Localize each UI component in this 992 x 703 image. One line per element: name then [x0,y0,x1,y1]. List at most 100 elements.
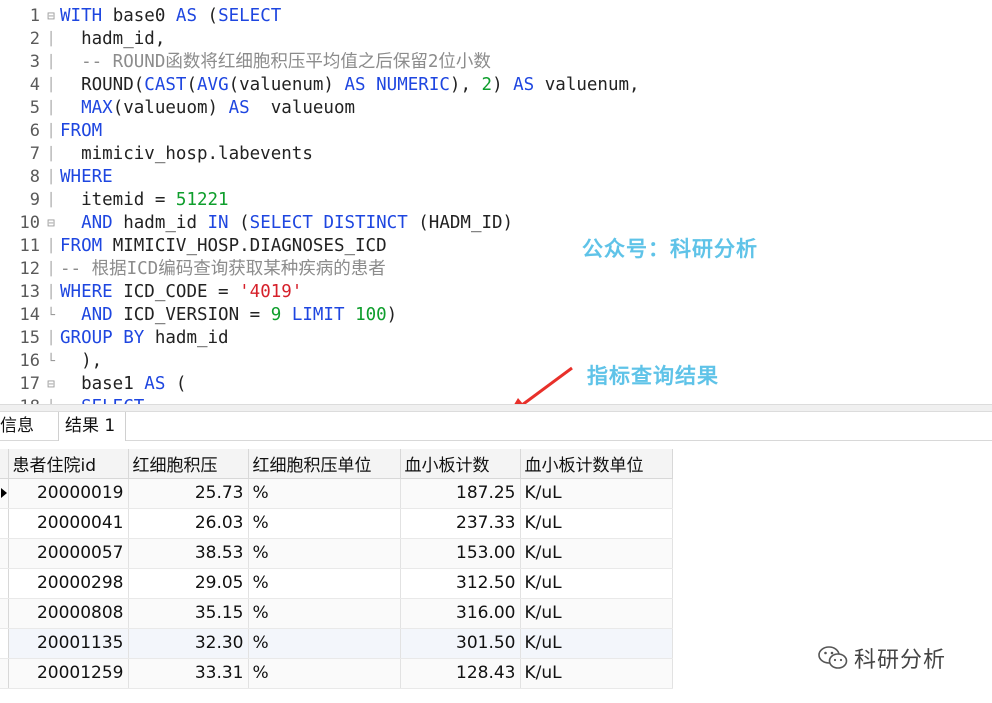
fold-marker-icon[interactable]: │ [44,327,58,350]
cell-hematocrit-unit[interactable]: % [248,658,401,689]
fold-marker-icon[interactable]: ⊟ [44,373,58,396]
code-line[interactable]: 8 │ WHERE [0,166,992,189]
cell-hadm-id[interactable]: 20000019 [8,478,129,509]
cell-hematocrit[interactable]: 29.05 [128,568,249,599]
code-line[interactable]: 14 └ AND ICD_VERSION = 9 LIMIT 100) [0,304,992,327]
code-line[interactable]: 7 │ mimiciv_hosp.labevents [0,143,992,166]
row-indicator[interactable] [0,508,9,539]
code-line[interactable]: 11 │ FROM MIMICIV_HOSP.DIAGNOSES_ICD [0,235,992,258]
cell-hematocrit-unit[interactable]: % [248,598,401,629]
cell-platelet-unit[interactable]: K/uL [520,658,673,689]
row-indicator[interactable] [0,628,9,659]
fold-marker-icon[interactable]: ⊟ [44,212,58,235]
cell-platelet[interactable]: 316.00 [400,598,521,629]
tab-result-1[interactable]: 结果 1 [58,412,126,441]
code-line[interactable]: 18 │ SELECT [0,396,992,404]
cell-hadm-id[interactable]: 20000298 [8,568,129,599]
table-row[interactable]: 20000019 25.73% 187.25 K/uL [0,478,673,509]
cell-hematocrit-unit[interactable]: % [248,508,401,539]
cell-hadm-id[interactable]: 20001135 [8,628,129,659]
cell-platelet[interactable]: 237.33 [400,508,521,539]
line-number: 15 [19,328,40,348]
column-header-hadm-id[interactable]: 患者住院id [8,449,129,479]
cell-platelet[interactable]: 153.00 [400,538,521,569]
cell-hematocrit-unit[interactable]: % [248,478,401,509]
code-text: -- ROUND函数将红细胞积压平均值之后保留2位小数 [60,51,491,74]
cell-platelet-unit[interactable]: K/uL [520,598,673,629]
column-header-hematocrit[interactable]: 红细胞积压 [128,449,249,479]
fold-marker-icon[interactable]: │ [44,74,58,97]
code-line[interactable]: 12 │ -- 根据ICD编码查询获取某种疾病的患者 [0,258,992,281]
cell-hematocrit[interactable]: 26.03 [128,508,249,539]
table-row[interactable]: 20000298 29.05% 312.50 K/uL [0,568,673,599]
sql-editor[interactable]: 1 ⊟ WITH base0 AS (SELECT 2 │ hadm_id, 3 │ -- … [0,0,992,404]
cell-platelet-unit[interactable]: K/uL [520,508,673,539]
fold-marker-icon[interactable]: │ [44,396,58,404]
fold-marker-icon[interactable]: ⊟ [44,5,58,28]
code-line[interactable]: 16 └ ), [0,350,992,373]
code-text: ROUND(CAST(AVG(valuenum) AS NUMERIC), 2)… [60,74,640,97]
row-indicator[interactable] [0,658,9,689]
cell-hematocrit[interactable]: 32.30 [128,628,249,659]
table-row[interactable]: 20001135 32.30% 301.50 K/uL [0,628,673,659]
fold-marker-icon[interactable]: │ [44,166,58,189]
fold-marker-icon[interactable]: │ [44,28,58,51]
cell-hematocrit[interactable]: 33.31 [128,658,249,689]
cell-platelet[interactable]: 187.25 [400,478,521,509]
cell-platelet-unit[interactable]: K/uL [520,628,673,659]
fold-marker-icon[interactable]: └ [44,304,58,327]
code-line[interactable]: 4 │ ROUND(CAST(AVG(valuenum) AS NUMERIC),… [0,74,992,97]
column-header-platelet[interactable]: 血小板计数 [400,449,521,479]
fold-marker-icon[interactable]: │ [44,143,58,166]
cell-hematocrit[interactable]: 38.53 [128,538,249,569]
code-line[interactable]: 17 ⊟ base1 AS ( [0,373,992,396]
table-row[interactable]: 20000808 35.15% 316.00 K/uL [0,598,673,629]
cell-hadm-id[interactable]: 20001259 [8,658,129,689]
fold-marker-icon[interactable]: │ [44,120,58,143]
code-line[interactable]: 2 │ hadm_id, [0,28,992,51]
cell-hematocrit-unit[interactable]: % [248,538,401,569]
cell-platelet-unit[interactable]: K/uL [520,538,673,569]
cell-hadm-id[interactable]: 20000057 [8,538,129,569]
code-text: itemid = 51221 [60,189,229,212]
code-line[interactable]: 10 ⊟ AND hadm_id IN (SELECT DISTINCT (HAD… [0,212,992,235]
code-token: (valueuom) [112,98,229,118]
fold-marker-icon[interactable]: │ [44,97,58,120]
cell-hadm-id[interactable]: 20000041 [8,508,129,539]
cell-platelet[interactable]: 312.50 [400,568,521,599]
cell-hematocrit[interactable]: 25.73 [128,478,249,509]
cell-hematocrit-unit[interactable]: % [248,628,401,659]
code-line[interactable]: 15 │ GROUP BY hadm_id [0,327,992,350]
cell-platelet-unit[interactable]: K/uL [520,478,673,509]
table-row[interactable]: 20000057 38.53% 153.00 K/uL [0,538,673,569]
row-indicator[interactable] [0,538,9,569]
code-line[interactable]: 9 │ itemid = 51221 [0,189,992,212]
table-row[interactable]: 20001259 33.31% 128.43 K/uL [0,658,673,689]
cell-hematocrit[interactable]: 35.15 [128,598,249,629]
code-line[interactable]: 5 │ MAX(valueuom) AS valueuom [0,97,992,120]
code-line[interactable]: 1 ⊟ WITH base0 AS (SELECT [0,5,992,28]
row-indicator[interactable] [0,598,9,629]
fold-marker-icon[interactable]: │ [44,281,58,304]
cell-platelet-unit[interactable]: K/uL [520,568,673,599]
pane-splitter[interactable] [0,404,992,412]
column-header-hematocrit-unit[interactable]: 红细胞积压单位 [248,449,401,479]
column-header-platelet-unit[interactable]: 血小板计数单位 [520,449,673,479]
code-line[interactable]: 3 │ -- ROUND函数将红细胞积压平均值之后保留2位小数 [0,51,992,74]
row-indicator[interactable] [0,478,9,509]
code-token: hadm_id, [60,29,166,49]
cell-platelet[interactable]: 128.43 [400,658,521,689]
code-line[interactable]: 6 │ FROM [0,120,992,143]
cell-hematocrit-unit[interactable]: % [248,568,401,599]
fold-marker-icon[interactable]: └ [44,350,58,373]
fold-marker-icon[interactable]: │ [44,235,58,258]
cell-platelet[interactable]: 301.50 [400,628,521,659]
fold-marker-icon[interactable]: │ [44,189,58,212]
fold-marker-icon[interactable]: │ [44,258,58,281]
tab-info[interactable]: 信息 [0,412,56,441]
cell-hadm-id[interactable]: 20000808 [8,598,129,629]
fold-marker-icon[interactable]: │ [44,51,58,74]
row-indicator[interactable] [0,568,9,599]
code-line[interactable]: 13 │ WHERE ICD_CODE = '4019' [0,281,992,304]
table-row[interactable]: 20000041 26.03% 237.33 K/uL [0,508,673,539]
